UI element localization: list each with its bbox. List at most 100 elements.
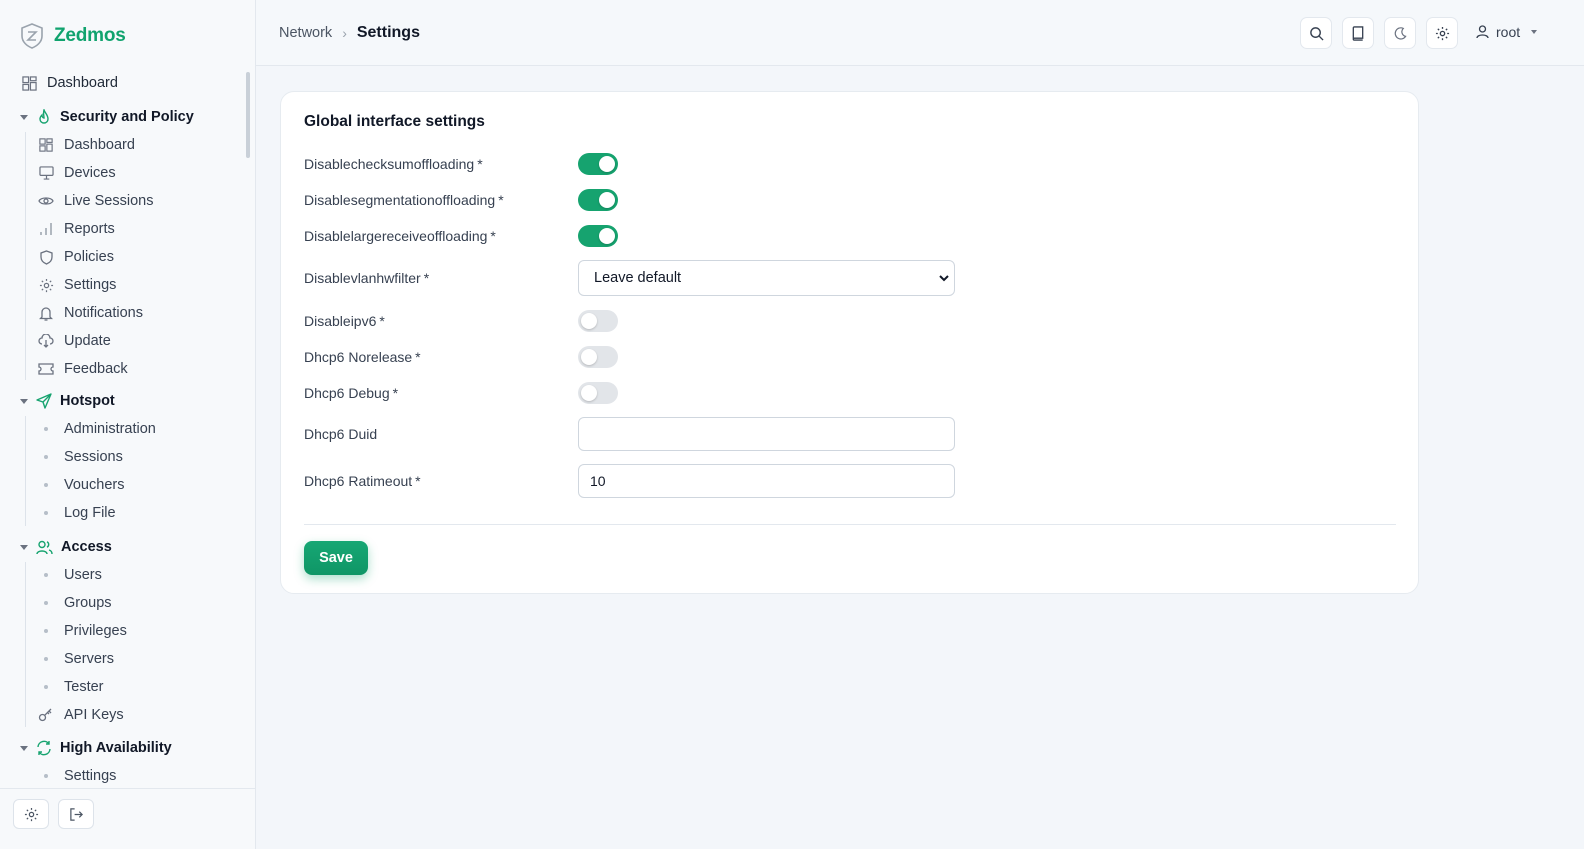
group-hotspot[interactable]: Hotspot (20, 393, 115, 409)
chevron-down-icon (20, 114, 28, 120)
bullet-icon (44, 629, 48, 633)
footer-settings-button[interactable] (13, 799, 49, 829)
sidebar-scrollbar[interactable] (246, 72, 250, 158)
card-title: Global interface settings (304, 113, 485, 130)
sidebar-item-api-keys[interactable]: API Keys (38, 705, 124, 725)
breadcrumb-network[interactable]: Network (279, 25, 332, 41)
dhcp6-ratimeout-input[interactable] (578, 464, 955, 498)
label-disablechecksumoffloading: Disablechecksumoffloading * (304, 156, 483, 172)
breadcrumb: Network › Settings (279, 24, 420, 42)
sidebar-item-vouchers[interactable]: Vouchers (38, 475, 124, 495)
docs-button[interactable] (1342, 17, 1374, 49)
user-name: root (1496, 24, 1521, 40)
select-disablevlanhwfilter[interactable]: Leave default (578, 260, 955, 296)
chevron-down-icon (20, 745, 28, 751)
bullet-icon (44, 685, 48, 689)
refresh-icon (37, 740, 51, 756)
global-interface-settings-card: Global interface settings Disablechecksu… (280, 91, 1419, 594)
user-icon (1476, 25, 1489, 39)
sidebar-nav[interactable]: Dashboard Security and Policy Dashboard … (0, 68, 250, 786)
bullet-icon (44, 573, 48, 577)
sidebar-item-feedback[interactable]: Feedback (38, 359, 128, 379)
brand-name: Zedmos (54, 25, 126, 46)
sidebar-item-sessions[interactable]: Sessions (38, 447, 123, 467)
label-disablelargereceiveoffloading: Disablelargereceiveoffloading * (304, 228, 496, 244)
shield-icon (39, 249, 53, 265)
moon-icon (1394, 26, 1407, 40)
bell-icon (39, 306, 53, 321)
toggle-disablesegmentationoffloading[interactable] (578, 189, 618, 211)
gear-icon (24, 807, 38, 821)
chevron-down-icon (939, 275, 949, 282)
label-disablesegmentationoffloading: Disablesegmentationoffloading * (304, 192, 504, 208)
chevron-down-icon (20, 544, 28, 550)
bar-chart-icon (40, 223, 52, 235)
sidebar-item-ha-settings[interactable]: Settings (38, 766, 116, 786)
dashboard-icon (39, 138, 53, 152)
bullet-icon (44, 657, 48, 661)
sidebar-item-notifications[interactable]: Notifications (38, 303, 143, 323)
bullet-icon (44, 427, 48, 431)
sidebar-item-servers[interactable]: Servers (38, 649, 114, 669)
search-icon (1309, 26, 1324, 41)
cloud-download-icon (38, 334, 54, 348)
toggle-disablelargereceiveoffloading[interactable] (578, 225, 618, 247)
sidebar-item-users[interactable]: Users (38, 565, 102, 585)
label-dhcp6-norelease: Dhcp6 Norelease * (304, 349, 421, 365)
divider (304, 524, 1396, 525)
group-access[interactable]: Access (20, 539, 112, 555)
sidebar-item-privileges[interactable]: Privileges (38, 621, 127, 641)
toggle-disableipv6[interactable] (578, 310, 618, 332)
label-disableipv6: Disableipv6 * (304, 313, 385, 329)
sidebar-item-reports[interactable]: Reports (38, 219, 115, 239)
group-line (25, 416, 26, 526)
label-dhcp6-ratimeout: Dhcp6 Ratimeout * (304, 473, 421, 489)
bullet-icon (44, 455, 48, 459)
dhcp6-duid-input[interactable] (578, 417, 955, 451)
sidebar-item-devices[interactable]: Devices (38, 163, 116, 183)
toggle-dhcp6-debug[interactable] (578, 382, 618, 404)
logout-button[interactable] (58, 799, 94, 829)
eye-icon (38, 197, 54, 205)
ticket-icon (38, 363, 54, 375)
chevron-right-icon: › (342, 25, 347, 41)
theme-toggle-button[interactable] (1384, 17, 1416, 49)
group-line (25, 562, 26, 727)
bullet-icon (44, 774, 48, 778)
sidebar-item-update[interactable]: Update (38, 331, 111, 351)
top-header: Network › Settings root (256, 0, 1584, 66)
logout-icon (69, 807, 83, 821)
sidebar-footer (0, 788, 256, 849)
sidebar-item-policies[interactable]: Policies (38, 247, 114, 267)
brand[interactable]: Zedmos (20, 23, 126, 49)
page-title: Settings (356, 24, 420, 41)
group-security-and-policy[interactable]: Security and Policy (20, 109, 194, 125)
label-dhcp6-duid: Dhcp6 Duid (304, 426, 378, 442)
group-line (25, 132, 26, 380)
sidebar-item-live-sessions[interactable]: Live Sessions (38, 191, 153, 211)
sidebar: Zedmos Dashboard Security and Policy Das… (0, 0, 256, 849)
search-button[interactable] (1300, 17, 1332, 49)
sidebar-item-administration[interactable]: Administration (38, 419, 156, 439)
gear-icon (39, 278, 53, 292)
monitor-icon (38, 166, 54, 180)
label-disablevlanhwfilter: Disablevlanhwfilter * (304, 270, 430, 286)
bullet-icon (44, 601, 48, 605)
sidebar-item-dashboard[interactable]: Dashboard (22, 75, 118, 91)
settings-button[interactable] (1426, 17, 1458, 49)
sidebar-item-tester[interactable]: Tester (38, 677, 104, 697)
sidebar-item-settings[interactable]: Settings (38, 275, 116, 295)
sidebar-item-log-file[interactable]: Log File (38, 503, 116, 523)
logo-shield-icon (21, 23, 43, 49)
users-icon (36, 540, 53, 554)
label-dhcp6-debug: Dhcp6 Debug * (304, 385, 399, 401)
group-high-availability[interactable]: High Availability (20, 740, 172, 756)
flame-icon (39, 109, 49, 124)
user-menu[interactable]: root (1476, 24, 1538, 40)
send-icon (36, 393, 52, 409)
sidebar-item-sp-dashboard[interactable]: Dashboard (38, 135, 135, 155)
sidebar-item-groups[interactable]: Groups (38, 593, 112, 613)
toggle-dhcp6-norelease[interactable] (578, 346, 618, 368)
save-button[interactable]: Save (304, 541, 368, 575)
toggle-disablechecksumoffloading[interactable] (578, 153, 618, 175)
